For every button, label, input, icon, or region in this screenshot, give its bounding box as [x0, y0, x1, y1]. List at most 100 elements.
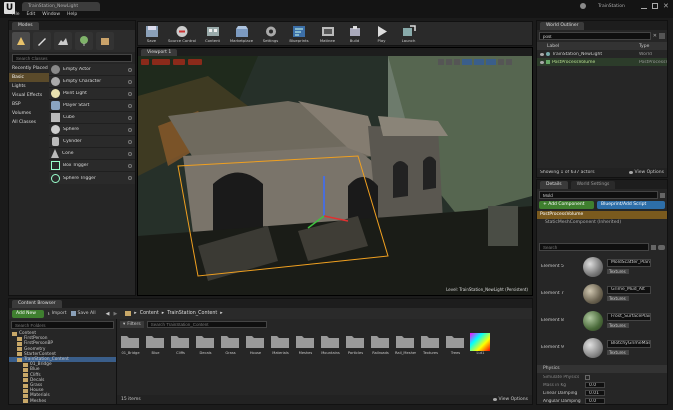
class-item[interactable]: Box Trigger [49, 160, 135, 172]
tab-details[interactable]: Details [540, 180, 568, 189]
rotation-snap-icon[interactable] [474, 59, 484, 65]
build-button[interactable]: Build [343, 25, 366, 43]
show-button[interactable] [188, 59, 202, 65]
clear-search-icon[interactable]: ✕ [653, 33, 657, 39]
lit-button[interactable] [173, 59, 185, 65]
translate-icon[interactable] [438, 59, 444, 65]
asset-tile-folder[interactable]: 01_Bridge [120, 333, 141, 355]
asset-picker[interactable]: MoldScatter_Plane [607, 259, 651, 267]
details-search-input[interactable] [539, 243, 649, 251]
breadcrumb-content[interactable]: Content [140, 311, 159, 316]
camera-speed-icon[interactable] [498, 59, 504, 65]
rotate-icon[interactable] [446, 59, 452, 65]
asset-tile-folder[interactable]: Mountains [320, 333, 341, 355]
asset-tile-folder[interactable]: Materials [270, 333, 291, 355]
close-icon[interactable]: ✕ [663, 3, 669, 10]
asset-tile-folder[interactable]: Rail_Meshes [395, 333, 416, 355]
asset-tile-folder[interactable]: Particles [345, 333, 366, 355]
category-bsp[interactable]: BSP [9, 100, 49, 109]
asset-picker[interactable]: BlotchyGrimeMask [607, 340, 651, 348]
asset-tile-folder[interactable]: Textures [420, 333, 441, 355]
outliner-view-options[interactable]: View Options [635, 170, 664, 175]
viewport-menu-icon[interactable] [141, 59, 149, 65]
mass-input[interactable]: 0.0 [585, 382, 605, 388]
class-item[interactable]: Point Light [49, 88, 135, 100]
outliner-row[interactable]: PostProcessVolume PostProcessVolume [537, 58, 667, 66]
menu-edit[interactable]: Edit [27, 12, 36, 17]
category-recently-placed[interactable]: Recently Placed [9, 64, 49, 73]
class-item[interactable]: Cylinder [49, 136, 135, 148]
category-all-classes[interactable]: All Classes [9, 118, 49, 127]
outliner-search-input[interactable] [539, 32, 651, 40]
tab-viewport[interactable]: Viewport 1 [141, 48, 178, 56]
asset-picker[interactable]: Frost_SurfacePlain [607, 313, 651, 321]
tree-item[interactable]: Meshes [9, 399, 116, 404]
info-icon[interactable] [128, 67, 132, 72]
asset-tile-folder[interactable]: House [245, 333, 266, 355]
place-mode-icon[interactable] [12, 32, 30, 50]
class-item[interactable]: Sphere Trigger [49, 172, 135, 184]
class-item[interactable]: Player Start [49, 100, 135, 112]
tab-world-settings[interactable]: World Settings [570, 180, 616, 189]
category-volumes[interactable]: Volumes [9, 109, 49, 118]
component-root[interactable]: PostProcessVolume [537, 211, 667, 219]
class-item[interactable]: Cone [49, 148, 135, 160]
source-control-button[interactable]: Source Control [167, 25, 197, 43]
asset-tile-folder[interactable]: Trees [445, 333, 466, 355]
menu-help[interactable]: Help [67, 12, 77, 17]
asset-tile-folder[interactable]: Meshes [295, 333, 316, 355]
info-icon[interactable] [128, 115, 132, 120]
material-thumbnail[interactable] [583, 283, 603, 304]
minimize-icon[interactable] [641, 3, 647, 9]
save-button[interactable]: Save [140, 25, 163, 43]
material-thumbnail[interactable] [583, 310, 603, 331]
linear-damping-input[interactable]: 0.01 [585, 390, 605, 396]
asset-tile-texture[interactable]: Lut1 [470, 333, 491, 355]
class-item[interactable]: Sphere [49, 124, 135, 136]
asset-tile-folder[interactable]: Cliffs [170, 333, 191, 355]
maximize-icon[interactable] [652, 3, 658, 9]
import-button[interactable]: ⭳ Import [48, 310, 67, 318]
material-thumbnail[interactable] [583, 337, 603, 358]
tab-world-outliner[interactable]: World Outliner [540, 21, 585, 30]
lock-icon[interactable] [660, 192, 665, 198]
eye-filter-icon[interactable] [658, 244, 665, 250]
tab-modes[interactable]: Modes [12, 21, 39, 30]
material-thumbnail[interactable] [583, 256, 603, 277]
info-icon[interactable] [128, 139, 132, 144]
tab-content-browser[interactable]: Content Browser [12, 299, 62, 308]
folder-search-input[interactable] [11, 321, 114, 329]
class-item[interactable]: Empty Character [49, 76, 135, 88]
menu-file[interactable]: File [12, 12, 20, 17]
foliage-mode-icon[interactable] [75, 32, 93, 50]
textures-button[interactable]: Textures [607, 269, 629, 274]
info-icon[interactable] [128, 79, 132, 84]
scale-icon[interactable] [454, 59, 460, 65]
marketplace-button[interactable]: Marketplace [228, 25, 255, 43]
scale-snap-icon[interactable] [486, 59, 496, 65]
asset-tile-folder[interactable]: Decals [195, 333, 216, 355]
asset-search-input[interactable] [146, 320, 267, 328]
matinee-button[interactable]: Matinee [316, 25, 339, 43]
asset-tile-folder[interactable]: Blue [145, 333, 166, 355]
class-item[interactable]: Empty Actor [49, 64, 135, 76]
angular-damping-input[interactable]: 0.0 [585, 398, 605, 404]
menu-window[interactable]: Window [42, 12, 60, 17]
component-child[interactable]: StaticMeshComponent (Inherited) [537, 219, 667, 227]
perspective-button[interactable] [152, 59, 170, 65]
play-button[interactable]: Play [370, 25, 393, 43]
content-button[interactable]: Content [201, 25, 224, 43]
info-icon[interactable] [128, 176, 132, 180]
category-basic[interactable]: Basic [9, 73, 49, 82]
add-new-button[interactable]: Add New [12, 309, 44, 318]
actor-name-input[interactable] [539, 191, 658, 199]
viewport-scene[interactable]: Level: TrainStation_NewLight (Persistent… [138, 56, 532, 295]
info-icon[interactable] [128, 151, 132, 156]
category-visual-effects[interactable]: Visual Effects [9, 91, 49, 100]
info-icon[interactable] [128, 103, 132, 108]
geometry-mode-icon[interactable] [96, 32, 114, 50]
maximize-viewport-icon[interactable] [506, 59, 512, 65]
asset-tile-folder[interactable]: Railroads [370, 333, 391, 355]
landscape-mode-icon[interactable] [54, 32, 72, 50]
launch-button[interactable]: Launch [397, 24, 420, 43]
